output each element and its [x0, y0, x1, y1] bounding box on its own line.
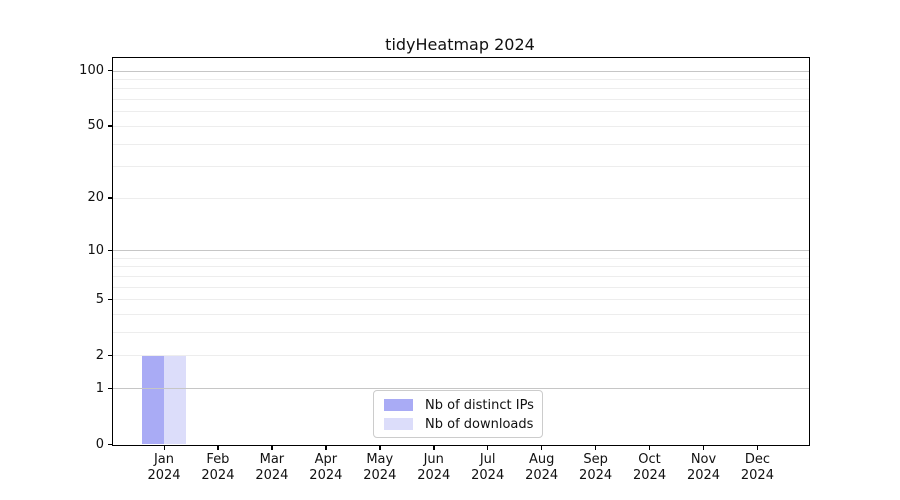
x-tick-sublabel: 2024 — [740, 468, 774, 483]
y-gridline-major — [113, 250, 809, 252]
x-tick-mark — [703, 446, 705, 450]
x-tick-mark — [756, 446, 759, 450]
bar-series-1 — [164, 355, 186, 445]
y-gridline-minor — [113, 332, 809, 334]
chart-title: tidyHeatmap 2024 — [385, 35, 535, 54]
y-gridline-minor — [113, 111, 809, 113]
y-tick-label: 0 — [95, 437, 104, 452]
y-tick-mark — [108, 125, 112, 127]
y-tick-mark — [108, 197, 112, 199]
legend-label-downloads: Nb of downloads — [425, 416, 534, 432]
y-tick-mark — [108, 444, 112, 446]
y-tick-label: 50 — [87, 118, 104, 134]
y-tick-label: 2 — [95, 347, 104, 363]
legend: Nb of distinct IPs Nb of downloads — [373, 390, 543, 438]
y-tick-label: 1 — [95, 380, 104, 396]
x-tick-mark — [325, 446, 327, 450]
y-tick-mark — [108, 70, 112, 72]
y-tick-label: 5 — [95, 291, 104, 307]
x-tick-mark — [433, 446, 435, 450]
y-gridline-minor — [113, 88, 809, 90]
y-gridline-minor — [113, 257, 809, 259]
y-gridline-minor — [113, 79, 809, 81]
legend-row-downloads: Nb of downloads — [384, 416, 534, 432]
y-tick-mark — [108, 387, 112, 390]
bar-series-0 — [142, 355, 164, 445]
y-gridline-minor — [113, 125, 809, 127]
x-tick-mark — [487, 446, 489, 450]
legend-swatch-downloads — [384, 418, 413, 430]
x-tick-mark — [379, 446, 381, 450]
legend-swatch-distinct-ips — [384, 399, 413, 411]
y-tick-mark — [108, 249, 112, 252]
legend-row-distinct-ips: Nb of distinct IPs — [384, 397, 534, 413]
x-tick-mark — [271, 446, 273, 450]
y-tick-label: 20 — [87, 190, 104, 206]
x-tick-mark — [217, 446, 219, 450]
y-gridline-major — [113, 70, 809, 72]
y-gridline-minor — [113, 314, 809, 316]
y-gridline-minor — [113, 99, 809, 101]
y-gridline-minor — [113, 166, 809, 168]
y-gridline-minor — [113, 299, 809, 301]
x-tick-mark — [595, 446, 597, 450]
y-tick-mark — [108, 298, 112, 301]
y-gridline-minor — [113, 143, 809, 145]
y-gridline-minor — [113, 355, 809, 357]
x-tick-mark — [649, 446, 651, 450]
y-gridline-minor — [113, 286, 809, 288]
figure: 0 1 2 5 10 20 50 100 Jan 2024 Feb 2024 Mar 2024 Apr 202… — [0, 0, 900, 500]
x-tick-label: Dec 2024 — [725, 452, 789, 484]
x-tick-mark — [541, 446, 543, 450]
legend-label-distinct-ips: Nb of distinct IPs — [425, 397, 534, 413]
y-tick-label: 100 — [79, 63, 104, 79]
y-gridline-minor — [113, 266, 809, 268]
y-tick-mark — [108, 354, 112, 357]
y-tick-label: 10 — [87, 242, 104, 258]
x-tick-mark — [163, 446, 165, 450]
y-gridline-minor — [113, 197, 809, 199]
y-gridline-minor — [113, 276, 809, 278]
